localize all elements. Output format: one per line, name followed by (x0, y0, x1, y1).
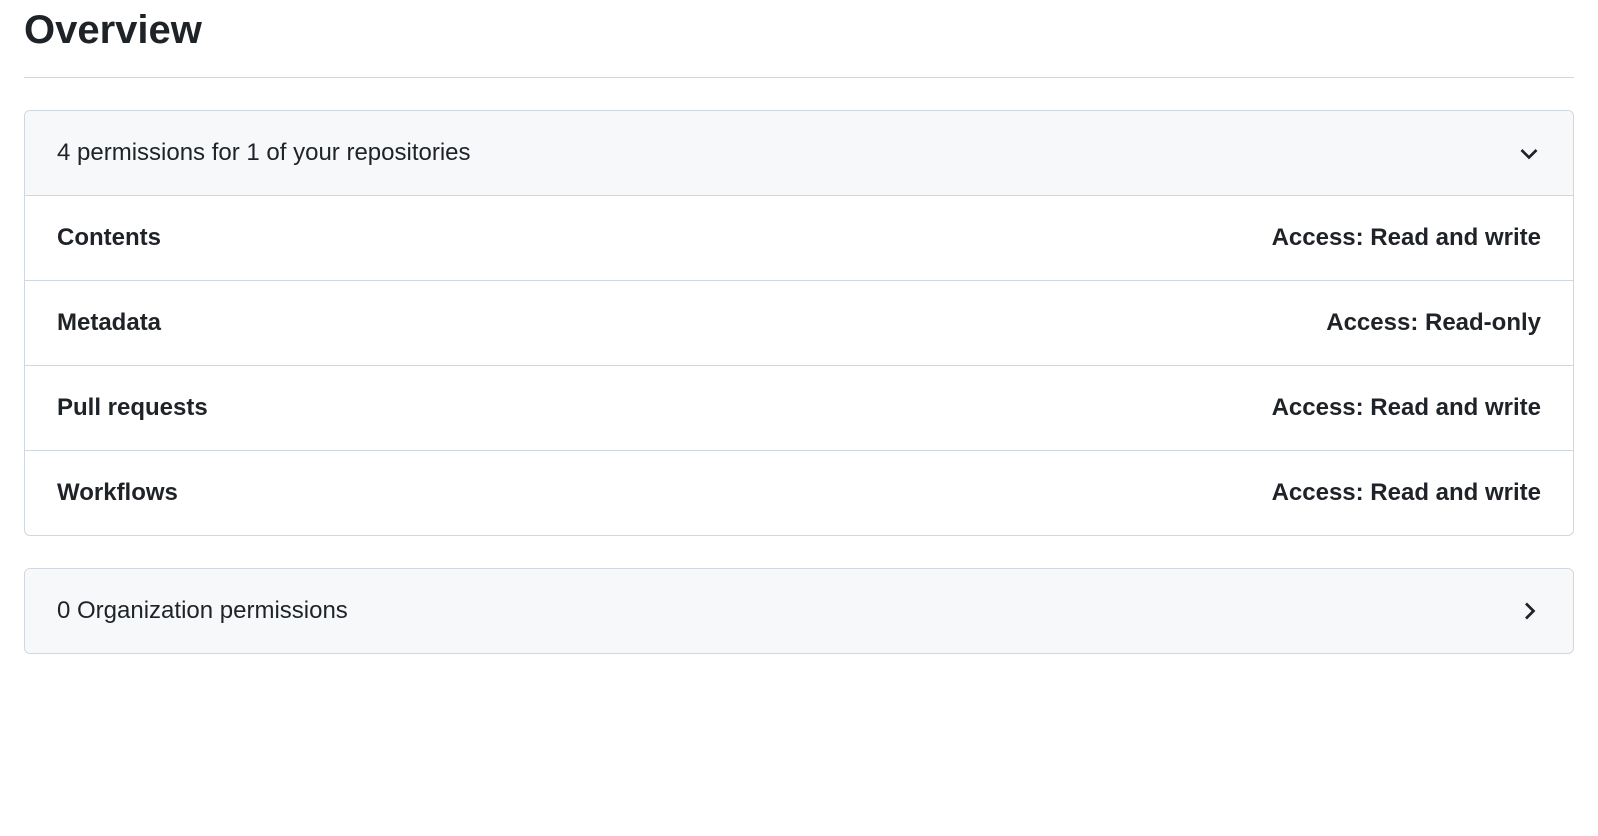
org-permissions-panel: 0 Organization permissions (24, 568, 1574, 654)
repo-permissions-header-text: 4 permissions for 1 of your repositories (57, 139, 471, 167)
permission-name: Metadata (57, 309, 161, 337)
permission-row: Pull requests Access: Read and write (25, 366, 1573, 451)
permission-row: Contents Access: Read and write (25, 196, 1573, 281)
repo-permissions-header[interactable]: 4 permissions for 1 of your repositories (25, 111, 1573, 196)
chevron-down-icon (1517, 141, 1541, 165)
permission-name: Workflows (57, 479, 178, 507)
permission-name: Pull requests (57, 394, 208, 422)
permission-access: Access: Read and write (1272, 394, 1541, 422)
permission-row: Metadata Access: Read-only (25, 281, 1573, 366)
permission-access: Access: Read and write (1272, 224, 1541, 252)
permission-name: Contents (57, 224, 161, 252)
page-title: Overview (24, 0, 1574, 78)
org-permissions-header[interactable]: 0 Organization permissions (25, 569, 1573, 653)
permission-access: Access: Read-only (1326, 309, 1541, 337)
repo-permissions-panel: 4 permissions for 1 of your repositories… (24, 110, 1574, 536)
chevron-right-icon (1517, 599, 1541, 623)
permission-access: Access: Read and write (1272, 479, 1541, 507)
org-permissions-header-text: 0 Organization permissions (57, 597, 348, 625)
permission-row: Workflows Access: Read and write (25, 451, 1573, 535)
